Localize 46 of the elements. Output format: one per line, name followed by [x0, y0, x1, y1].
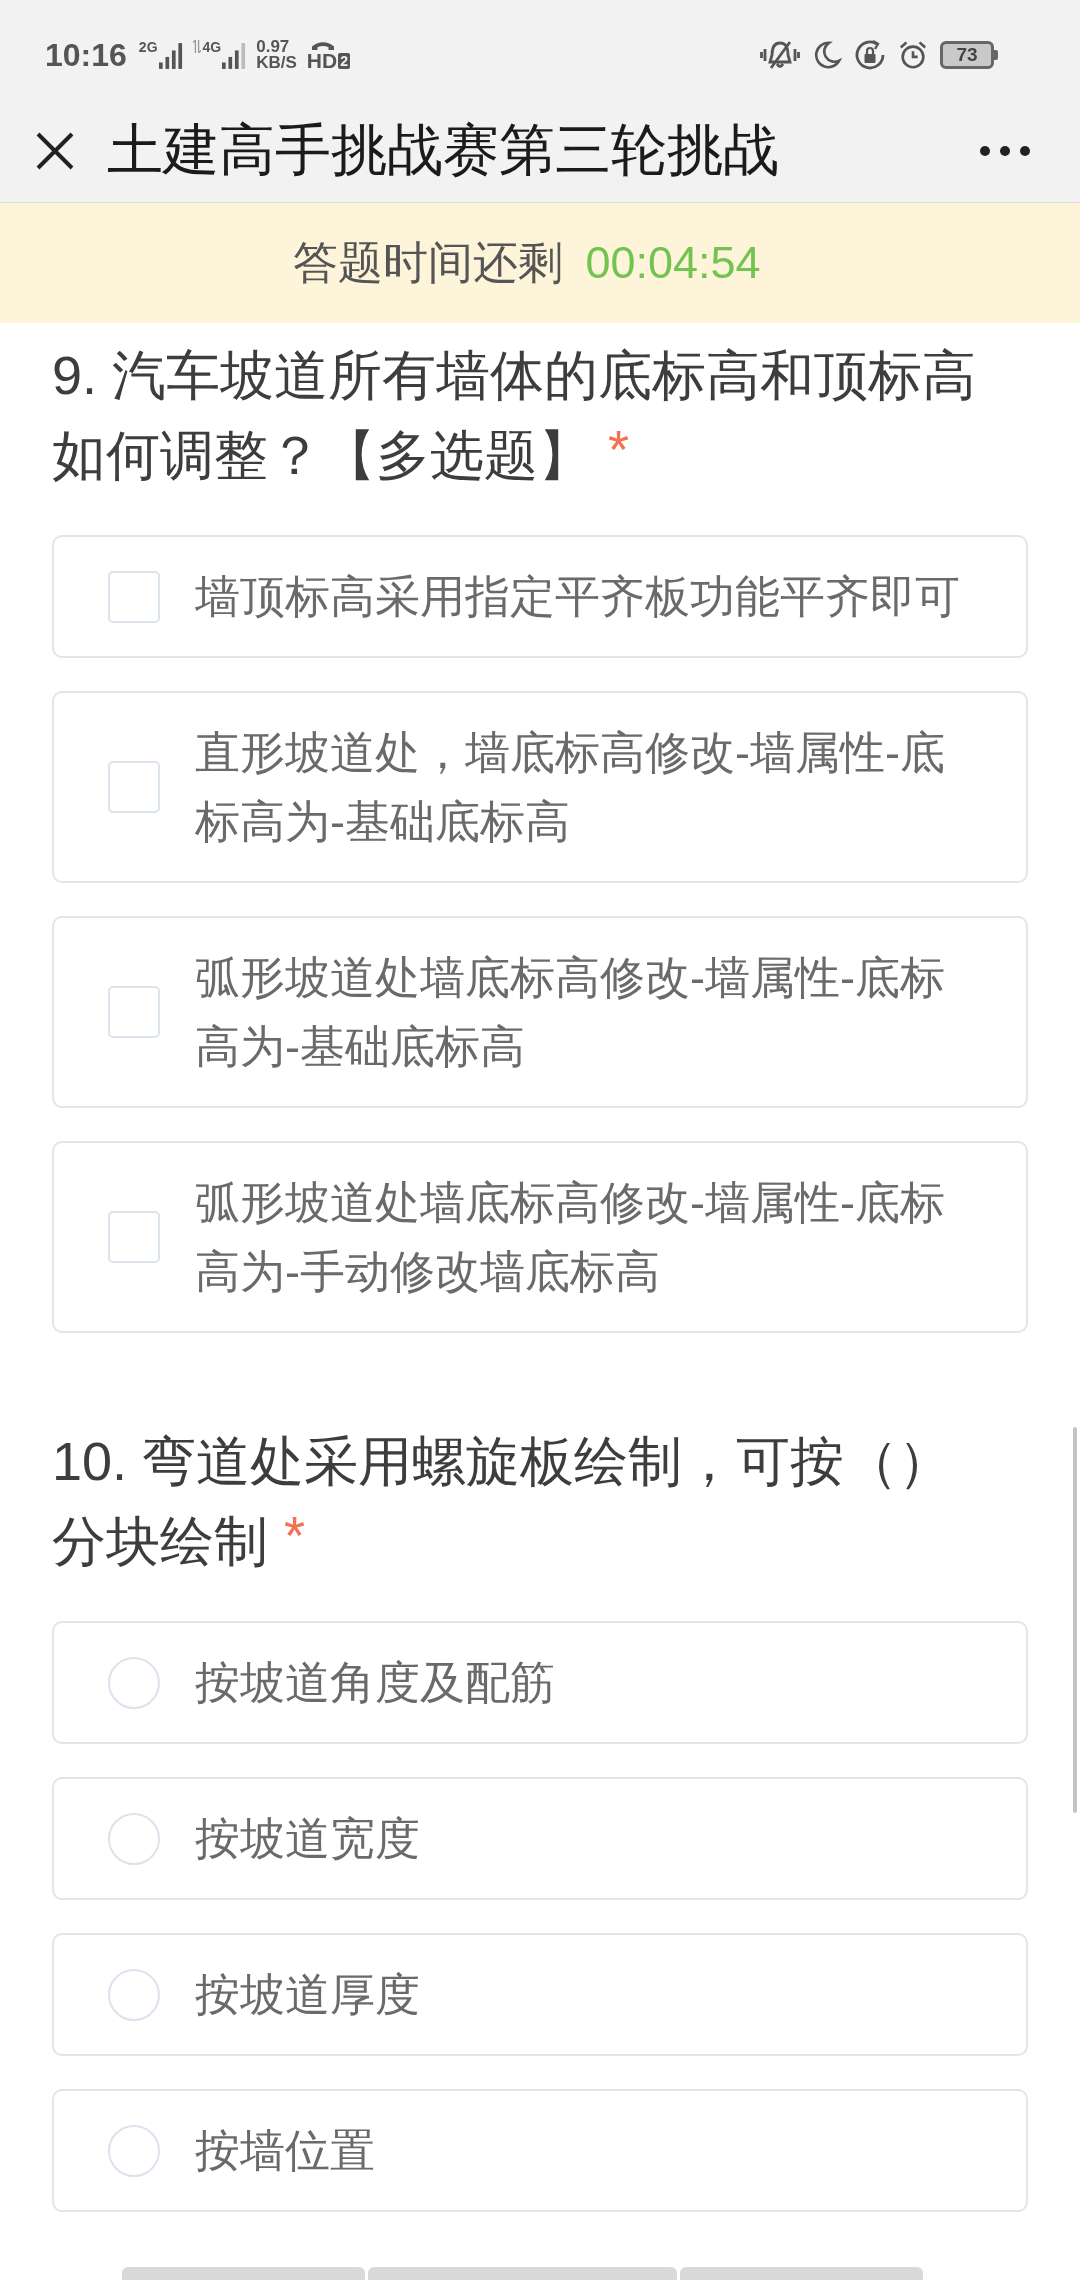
option-card[interactable]: 按坡道角度及配筋	[52, 1621, 1028, 1744]
network-type-label: 2G	[138, 40, 158, 54]
option-label: 弧形坡道处墙底标高修改-墙属性-底标高为-基础底标高	[195, 951, 946, 1074]
option-card[interactable]: 弧形坡道处墙底标高修改-墙属性-底标高为-基础底标高	[52, 916, 1028, 1108]
rotation-lock-icon	[854, 39, 886, 71]
option-card[interactable]: 直形坡道处，墙底标高修改-墙属性-底标高为-基础底标高	[52, 691, 1028, 883]
checkbox[interactable]	[108, 1211, 160, 1263]
page-title: 土建高手挑战赛第三轮挑战	[107, 117, 780, 183]
timer-label: 答题时间还剩	[293, 236, 564, 290]
radio-button[interactable]	[108, 1656, 160, 1709]
option-card[interactable]: 墙顶标高采用指定平齐板功能平齐即可	[52, 535, 1028, 658]
option-label: 按坡道宽度	[195, 1812, 421, 1866]
hd-label: HD	[306, 50, 338, 71]
signal-bars-icon	[158, 42, 183, 70]
checkbox[interactable]	[108, 761, 160, 813]
option-card[interactable]: 按坡道厚度	[52, 1933, 1028, 2056]
option-label: 直形坡道处，墙底标高修改-墙属性-底标高为-基础底标高	[195, 726, 946, 849]
radio-button[interactable]	[108, 1812, 160, 1865]
option-label: 按坡道角度及配筋	[195, 1656, 556, 1710]
option-label: 弧形坡道处墙底标高修改-墙属性-底标高为-手动修改墙底标高	[195, 1176, 946, 1299]
sim-number-badge: 2	[338, 52, 350, 69]
checkbox[interactable]	[108, 570, 160, 623]
network-type-label: 4G	[202, 40, 222, 54]
timer-value: 00:04:54	[585, 237, 761, 289]
network-speed-unit: KB/S	[256, 55, 297, 71]
option-label: 按墙位置	[195, 2124, 376, 2178]
question-title: 10. 弯道处采用螺旋板绘制，可按（）分块绘制 *	[52, 1430, 954, 1573]
vibrate-bell-icon	[760, 39, 800, 71]
alarm-clock-icon	[898, 39, 928, 71]
option-card[interactable]: 按坡道宽度	[52, 1777, 1028, 1900]
checkbox[interactable]	[108, 986, 160, 1038]
signal-bars-icon	[222, 42, 247, 70]
option-card[interactable]: 弧形坡道处墙底标高修改-墙属性-底标高为-手动修改墙底标高	[52, 1141, 1028, 1333]
network-speed-value: 0.97	[256, 39, 291, 55]
radio-button[interactable]	[108, 1968, 160, 2021]
battery-indicator: 73	[940, 41, 998, 69]
option-card[interactable]: 按墙位置	[52, 2089, 1028, 2212]
moon-icon	[812, 39, 842, 71]
data-arrows-icon	[192, 40, 201, 53]
close-icon[interactable]	[35, 131, 75, 171]
more-icon[interactable]	[980, 146, 1030, 156]
radio-button[interactable]	[108, 2124, 160, 2177]
question-title: 9. 汽车坡道所有墙体的底标高和顶标高如何调整？【多选题】 *	[52, 344, 978, 487]
option-label: 墙顶标高采用指定平齐板功能平齐即可	[195, 570, 961, 624]
option-label: 按坡道厚度	[195, 1968, 421, 2022]
status-time: 10:16	[45, 36, 127, 74]
